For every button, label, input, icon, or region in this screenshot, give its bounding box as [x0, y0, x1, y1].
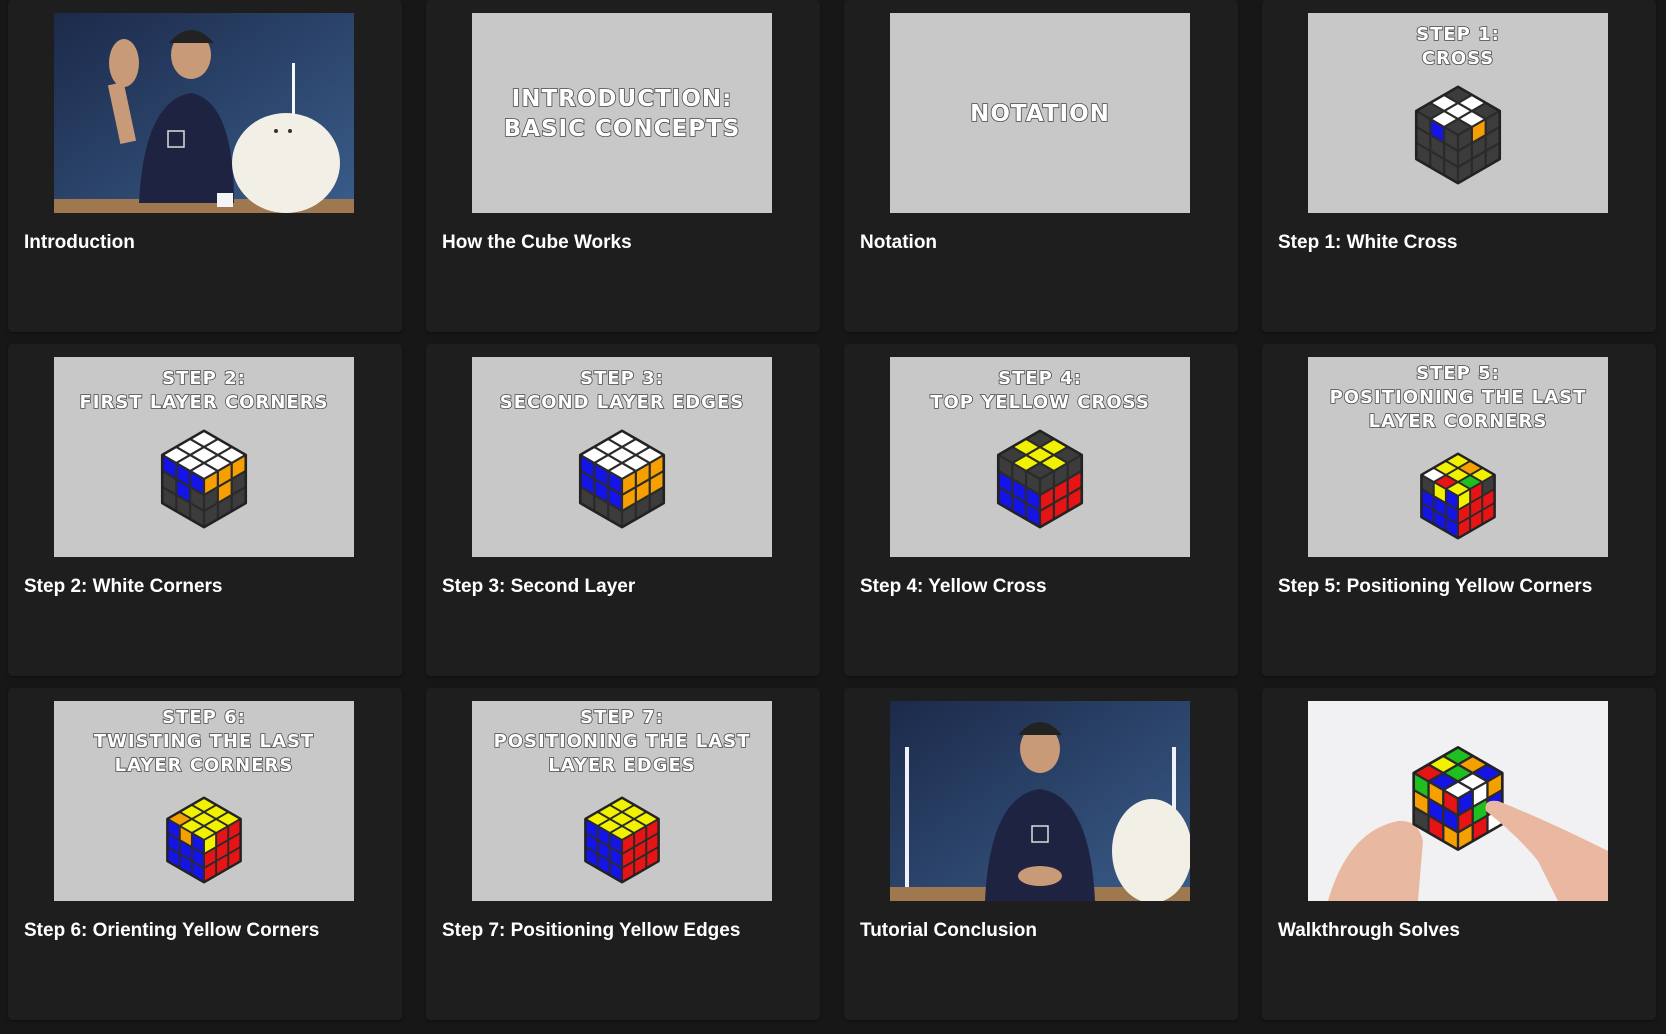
- thumbnail-caption: STEP 6:: [162, 707, 246, 728]
- lesson-title[interactable]: Step 4: Yellow Cross: [860, 576, 1047, 598]
- thumbnail-caption: BASIC CONCEPTS: [504, 116, 741, 142]
- lesson-card[interactable]: STEP 7: POSITIONING THE LAST LAYER EDGES St…: [426, 688, 820, 1020]
- lesson-thumbnail[interactable]: STEP 7: POSITIONING THE LAST LAYER EDGES: [472, 701, 772, 901]
- thumbnail-caption: INTRODUCTION:: [512, 86, 733, 112]
- lesson-thumbnail[interactable]: NOTATION: [890, 13, 1190, 213]
- lesson-card[interactable]: Introduction: [8, 0, 402, 332]
- lesson-thumbnail[interactable]: STEP 5: POSITIONING THE LAST LAYER CORNERS: [1308, 357, 1608, 557]
- lesson-title[interactable]: Step 5: Positioning Yellow Corners: [1278, 576, 1592, 598]
- lesson-grid: Introduction INTRODUCTION: BASIC CONCEPTS H…: [8, 0, 1658, 1020]
- lesson-thumbnail[interactable]: [1308, 701, 1608, 901]
- thumbnail-caption: TWISTING THE LAST: [94, 731, 314, 752]
- lesson-card[interactable]: NOTATION Notation: [844, 0, 1238, 332]
- lesson-title[interactable]: How the Cube Works: [442, 232, 632, 254]
- thumbnail-caption: STEP 1:: [1416, 24, 1500, 45]
- thumbnail-image: [1308, 701, 1608, 901]
- lesson-card[interactable]: STEP 3: SECOND LAYER EDGES Step 3: Second …: [426, 344, 820, 676]
- lesson-thumbnail[interactable]: STEP 4: TOP YELLOW CROSS: [890, 357, 1190, 557]
- thumbnail-caption: STEP 7:: [580, 707, 664, 728]
- lesson-title[interactable]: Introduction: [24, 232, 135, 254]
- lesson-thumbnail[interactable]: INTRODUCTION: BASIC CONCEPTS: [472, 13, 772, 213]
- lesson-title[interactable]: Notation: [860, 232, 937, 254]
- thumbnail-caption: POSITIONING THE LAST: [494, 731, 751, 752]
- lesson-title[interactable]: Step 6: Orienting Yellow Corners: [24, 920, 319, 942]
- lesson-title[interactable]: Step 1: White Cross: [1278, 232, 1457, 254]
- thumbnail-caption: LAYER EDGES: [548, 755, 695, 776]
- thumbnail-background: [472, 13, 772, 213]
- thumbnail-image: STEP 7: POSITIONING THE LAST LAYER EDGES: [472, 701, 772, 901]
- thumbnail-caption: FIRST LAYER CORNERS: [79, 392, 328, 413]
- lesson-card[interactable]: STEP 5: POSITIONING THE LAST LAYER CORNERS…: [1262, 344, 1656, 676]
- lesson-title[interactable]: Walkthrough Solves: [1278, 920, 1460, 942]
- lesson-thumbnail[interactable]: STEP 6: TWISTING THE LAST LAYER CORNERS: [54, 701, 354, 901]
- lesson-thumbnail[interactable]: [890, 701, 1190, 901]
- lesson-card[interactable]: STEP 4: TOP YELLOW CROSS Step 4: Yellow Cr…: [844, 344, 1238, 676]
- thumbnail-image: STEP 1: CROSS: [1308, 13, 1608, 213]
- lesson-card[interactable]: INTRODUCTION: BASIC CONCEPTS How the Cube …: [426, 0, 820, 332]
- thumbnail-image: INTRODUCTION: BASIC CONCEPTS: [472, 13, 772, 213]
- presenter-photo: [890, 701, 1190, 901]
- thumbnail-image: STEP 6: TWISTING THE LAST LAYER CORNERS: [54, 701, 354, 901]
- thumbnail-caption: STEP 2:: [162, 368, 246, 389]
- thumbnail-image: [54, 13, 354, 213]
- thumbnail-caption: CROSS: [1422, 48, 1495, 69]
- thumbnail-image: [890, 701, 1190, 901]
- thumbnail-caption: LAYER CORNERS: [1369, 411, 1548, 432]
- lesson-title[interactable]: Tutorial Conclusion: [860, 920, 1037, 942]
- lesson-thumbnail[interactable]: [54, 13, 354, 213]
- thumbnail-caption: POSITIONING THE LAST: [1330, 387, 1587, 408]
- lesson-title[interactable]: Step 3: Second Layer: [442, 576, 635, 598]
- lesson-title[interactable]: Step 7: Positioning Yellow Edges: [442, 920, 740, 942]
- thumbnail-caption: SECOND LAYER EDGES: [500, 392, 744, 413]
- lesson-card[interactable]: STEP 6: TWISTING THE LAST LAYER CORNERS Ste…: [8, 688, 402, 1020]
- thumbnail-image: STEP 2: FIRST LAYER CORNERS: [54, 357, 354, 557]
- thumbnail-image: STEP 4: TOP YELLOW CROSS: [890, 357, 1190, 557]
- lesson-title[interactable]: Step 2: White Corners: [24, 576, 222, 598]
- thumbnail-caption: NOTATION: [970, 101, 1110, 127]
- thumbnail-caption: STEP 4:: [998, 368, 1082, 389]
- lesson-card[interactable]: Tutorial Conclusion: [844, 688, 1238, 1020]
- lesson-thumbnail[interactable]: STEP 1: CROSS: [1308, 13, 1608, 213]
- thumbnail-image: STEP 5: POSITIONING THE LAST LAYER CORNERS: [1308, 357, 1608, 557]
- lesson-card[interactable]: Walkthrough Solves: [1262, 688, 1656, 1020]
- presenter-photo: [54, 13, 354, 213]
- lesson-card[interactable]: STEP 2: FIRST LAYER CORNERS Step 2: White …: [8, 344, 402, 676]
- hands-photo: [1308, 701, 1608, 901]
- thumbnail-caption: STEP 5:: [1416, 363, 1500, 384]
- thumbnail-image: NOTATION: [890, 13, 1190, 213]
- lesson-thumbnail[interactable]: STEP 2: FIRST LAYER CORNERS: [54, 357, 354, 557]
- thumbnail-caption: STEP 3:: [580, 368, 664, 389]
- thumbnail-image: STEP 3: SECOND LAYER EDGES: [472, 357, 772, 557]
- lesson-thumbnail[interactable]: STEP 3: SECOND LAYER EDGES: [472, 357, 772, 557]
- thumbnail-caption: TOP YELLOW CROSS: [930, 392, 1150, 413]
- thumbnail-caption: LAYER CORNERS: [115, 755, 294, 776]
- lesson-card[interactable]: STEP 1: CROSS Step 1: White Cross: [1262, 0, 1656, 332]
